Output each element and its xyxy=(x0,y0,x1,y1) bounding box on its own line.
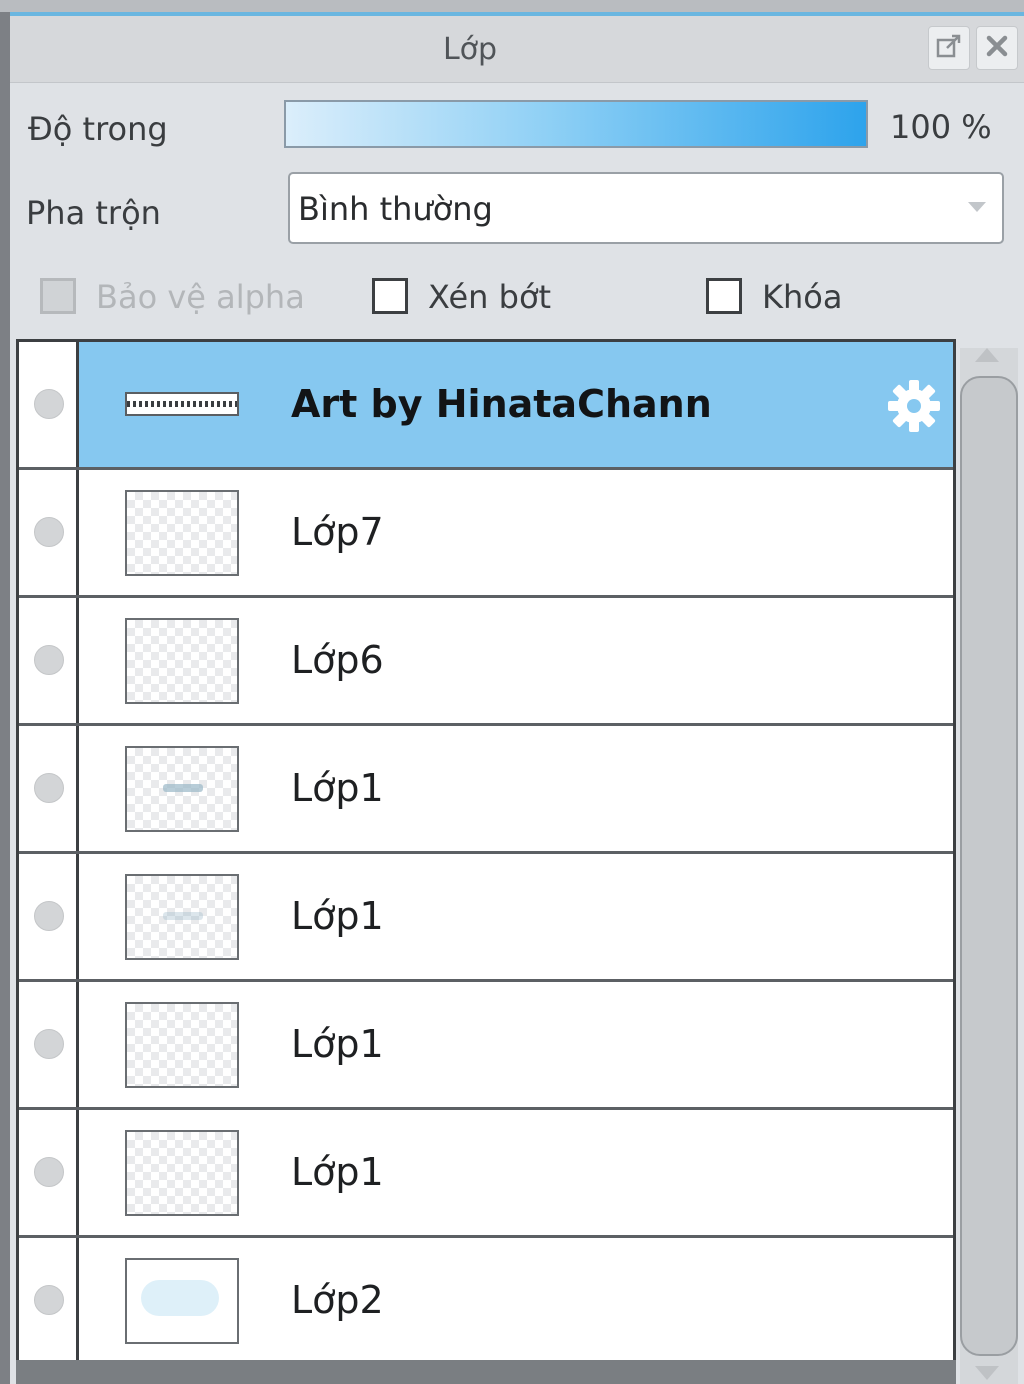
thumbnail-mark xyxy=(163,784,203,792)
layer-row[interactable]: Lớp1 xyxy=(19,1110,953,1238)
visibility-column xyxy=(19,342,79,467)
layer-row[interactable]: Lớp1 xyxy=(19,726,953,854)
visibility-column xyxy=(19,854,79,979)
layer-name: Lớp7 xyxy=(291,510,384,554)
close-icon xyxy=(984,33,1010,63)
opacity-value: 100 % xyxy=(890,108,992,146)
visibility-toggle[interactable] xyxy=(34,1157,64,1187)
visibility-toggle[interactable] xyxy=(34,773,64,803)
opacity-label: Độ trong xyxy=(28,110,168,148)
layer-name: Lớp1 xyxy=(291,766,384,810)
popout-button[interactable] xyxy=(928,26,970,70)
blend-mode-select[interactable]: Bình thường xyxy=(288,172,1004,244)
layer-thumbnail xyxy=(125,1130,239,1216)
popout-icon xyxy=(935,32,963,64)
visibility-column xyxy=(19,1110,79,1235)
layer-list-scrollbar[interactable] xyxy=(960,348,1018,1384)
layer-thumbnail xyxy=(125,874,239,960)
lock-checkbox[interactable] xyxy=(706,278,742,314)
scroll-down-icon[interactable] xyxy=(975,1366,999,1380)
visibility-toggle[interactable] xyxy=(34,1029,64,1059)
clipping-checkbox[interactable] xyxy=(372,278,408,314)
layer-thumbnail xyxy=(125,1002,239,1088)
layer-panel: Lớp Độ trong 100 % Pha trộn Bình thường … xyxy=(10,16,1024,1384)
layer-thumbnail xyxy=(125,1258,239,1344)
lock-label: Khóa xyxy=(762,278,843,316)
scrollbar-thumb[interactable] xyxy=(960,376,1018,1356)
visibility-toggle[interactable] xyxy=(34,1285,64,1315)
opacity-slider[interactable] xyxy=(284,100,868,148)
layer-name: Lớp1 xyxy=(291,1150,384,1194)
layer-name: Art by HinataChann xyxy=(291,382,712,426)
protect-alpha-label: Bảo vệ alpha xyxy=(96,278,305,316)
layer-row[interactable]: Art by HinataChann xyxy=(19,342,953,470)
window-top-strip xyxy=(0,0,1024,12)
blend-mode-value: Bình thường xyxy=(298,190,493,228)
visibility-toggle[interactable] xyxy=(34,517,64,547)
visibility-column xyxy=(19,598,79,723)
visibility-toggle[interactable] xyxy=(34,901,64,931)
panel-left-edge xyxy=(0,12,10,1384)
visibility-column xyxy=(19,1238,79,1363)
layer-list-bottom-bar xyxy=(16,1360,956,1384)
layer-name: Lớp1 xyxy=(291,894,384,938)
thumbnail-mark xyxy=(163,912,203,920)
layer-row[interactable]: Lớp1 xyxy=(19,982,953,1110)
scroll-up-icon[interactable] xyxy=(975,348,999,362)
layer-name: Lớp6 xyxy=(291,638,384,682)
visibility-column xyxy=(19,726,79,851)
close-button[interactable] xyxy=(976,26,1018,70)
layer-thumbnail xyxy=(125,490,239,576)
panel-titlebar: Lớp xyxy=(10,16,1024,83)
layer-list: Art by HinataChann Lớp7 Lớp6 Lớp1 Lớp1 L… xyxy=(16,339,956,1384)
layer-row[interactable]: Lớp6 xyxy=(19,598,953,726)
chevron-down-icon xyxy=(968,202,986,212)
panel-title: Lớp xyxy=(442,32,498,67)
blend-mode-label: Pha trộn xyxy=(26,194,161,232)
layer-thumbnail xyxy=(125,746,239,832)
visibility-column xyxy=(19,982,79,1107)
layer-name: Lớp2 xyxy=(291,1278,384,1322)
visibility-column xyxy=(19,470,79,595)
clipping-label: Xén bớt xyxy=(428,278,552,316)
gear-icon[interactable] xyxy=(884,376,944,436)
protect-alpha-checkbox[interactable] xyxy=(40,278,76,314)
layer-row[interactable]: Lớp1 xyxy=(19,854,953,982)
layer-thumbnail xyxy=(125,618,239,704)
layer-thumbnail xyxy=(125,392,239,416)
layer-row[interactable]: Lớp7 xyxy=(19,470,953,598)
visibility-toggle[interactable] xyxy=(34,645,64,675)
visibility-toggle[interactable] xyxy=(34,389,64,419)
layer-name: Lớp1 xyxy=(291,1022,384,1066)
layer-row[interactable]: Lớp2 xyxy=(19,1238,953,1366)
thumbnail-wash xyxy=(141,1280,219,1316)
